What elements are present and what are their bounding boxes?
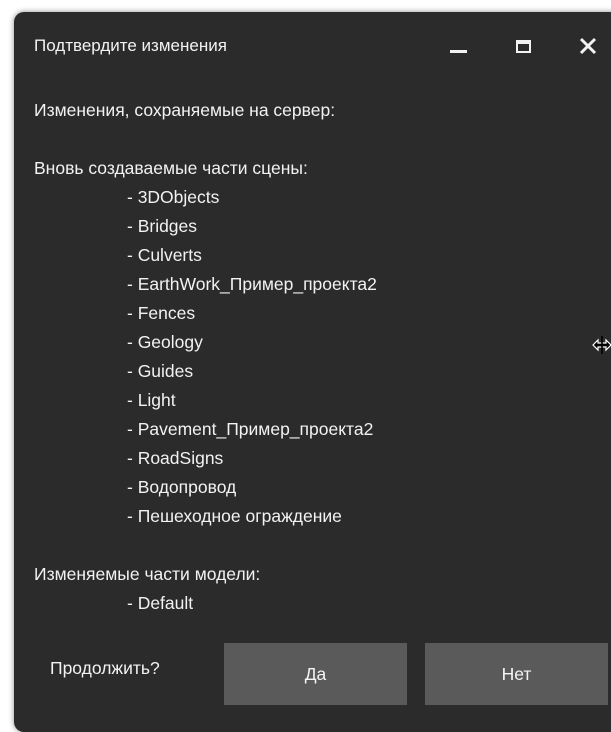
maximize-button[interactable] (501, 28, 545, 64)
new-part-item: - Пешеходное ограждение (127, 506, 342, 526)
new-part-item: - Bridges (127, 216, 198, 236)
no-button[interactable]: Нет (425, 643, 608, 705)
continue-question: Продолжить? (50, 658, 160, 678)
resize-cursor-icon (592, 336, 611, 354)
minimize-button[interactable] (436, 28, 480, 64)
changes-message: Изменения, сохраняемые на сервер: Вновь … (34, 96, 594, 618)
new-part-item: - Fences (127, 303, 196, 323)
intro-text: Изменения, сохраняемые на сервер: (34, 100, 336, 120)
new-part-item: - Culverts (127, 245, 202, 265)
close-button[interactable] (566, 28, 610, 64)
new-part-item: - Light (127, 390, 176, 410)
maximize-icon (515, 39, 531, 53)
new-part-item: - EarthWork_Пример_проекта2 (127, 274, 377, 294)
modified-part-item: - Default (127, 593, 194, 613)
yes-button[interactable]: Да (224, 643, 407, 705)
close-icon (579, 37, 597, 55)
modified-parts-heading: Изменяемые части модели: (34, 564, 261, 584)
new-part-item: - 3DObjects (127, 187, 220, 207)
new-part-item: - Pavement_Пример_проекта2 (127, 419, 374, 439)
new-parts-heading: Вновь создаваемые части сцены: (34, 158, 308, 178)
minimize-icon (449, 49, 467, 53)
new-part-item: - Geology (127, 332, 203, 352)
dialog-title: Подтвердите изменения (34, 36, 227, 55)
confirm-changes-dialog: Подтвердите изменения Изменения, сохраня… (14, 12, 611, 732)
new-part-item: - Водопровод (127, 477, 237, 497)
new-part-item: - Guides (127, 361, 194, 381)
new-part-item: - RoadSigns (127, 448, 224, 468)
title-bar[interactable]: Подтвердите изменения (14, 12, 611, 76)
